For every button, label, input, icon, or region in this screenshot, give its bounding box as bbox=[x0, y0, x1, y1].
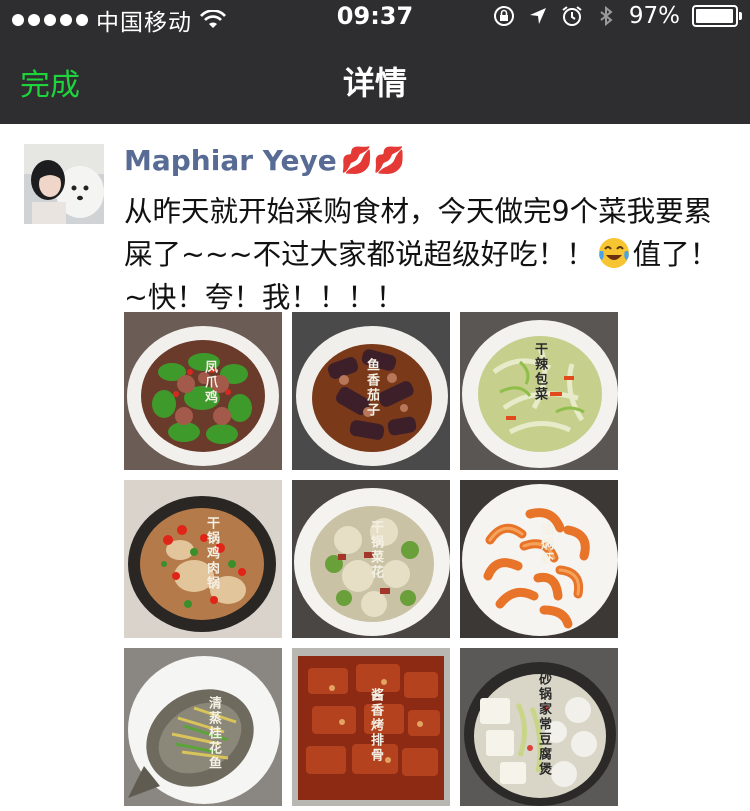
post-author[interactable]: Maphiar Yeye 💋💋 bbox=[124, 144, 405, 177]
status-right: 97% bbox=[493, 3, 742, 29]
photo-thumbnail[interactable]: 酱香烤排骨 bbox=[292, 648, 450, 806]
location-arrow-icon bbox=[529, 8, 546, 24]
avatar[interactable] bbox=[24, 144, 104, 224]
photo-thumbnail[interactable]: 干辣包菜 bbox=[460, 312, 618, 470]
orientation-lock-icon bbox=[493, 6, 514, 26]
photo-thumbnail[interactable]: 清蒸桂花鱼 bbox=[124, 648, 282, 806]
photo-thumbnail[interactable]: 鱼香茄子 bbox=[292, 312, 450, 470]
photo-caption: 砂锅家常豆腐煲 bbox=[536, 672, 551, 777]
battery-level bbox=[696, 9, 733, 23]
photo-thumbnail[interactable]: 砂锅家常豆腐煲 bbox=[460, 648, 618, 806]
status-bar: 中国移动 09:37 97% bbox=[0, 0, 750, 36]
photo-caption: 油焖虾 bbox=[538, 522, 553, 567]
photo-caption: 凤爪鸡 bbox=[202, 360, 217, 405]
page-title: 详情 bbox=[342, 64, 407, 102]
bluetooth-icon bbox=[600, 5, 613, 27]
battery-percent: 97% bbox=[628, 3, 680, 29]
photo-thumbnail[interactable]: 干锅鸡肉锅 bbox=[124, 480, 282, 638]
photo-caption: 干辣包菜 bbox=[532, 342, 547, 402]
navigation-bar: 完成 详情 bbox=[0, 34, 750, 124]
photo-thumbnail[interactable]: 凤爪鸡 bbox=[124, 312, 282, 470]
photo-caption: 鱼香茄子 bbox=[364, 358, 379, 418]
photo-caption: 清蒸桂花鱼 bbox=[206, 696, 221, 771]
kiss-emoji-icon: 💋💋 bbox=[340, 145, 406, 176]
photo-thumbnail[interactable]: 干锅菜花 bbox=[292, 480, 450, 638]
battery-icon bbox=[692, 5, 742, 27]
dish-photo bbox=[124, 648, 282, 806]
author-name: Maphiar Yeye bbox=[124, 144, 337, 177]
tears-of-joy-emoji-icon bbox=[598, 238, 629, 268]
alarm-icon bbox=[562, 6, 582, 26]
photo-caption: 干锅菜花 bbox=[368, 520, 383, 580]
post-text: 从昨天就开始采购食材，今天做完9个菜我要累屎了~~~不过大家都说超级好吃！！ 值… bbox=[124, 190, 730, 319]
moment-post: Maphiar Yeye 💋💋 从昨天就开始采购食材，今天做完9个菜我要累屎了~… bbox=[0, 124, 750, 811]
photo-caption: 干锅鸡肉锅 bbox=[204, 516, 219, 591]
photo-grid: 凤爪鸡 鱼香茄子 干辣包菜 干锅鸡肉锅 干锅菜花 油焖虾 清蒸桂花鱼 酱香烤排骨… bbox=[124, 312, 618, 806]
top-bar: 中国移动 09:37 97% 完成 详情 bbox=[0, 0, 750, 124]
photo-caption: 酱香烤排骨 bbox=[368, 688, 383, 763]
photo-thumbnail[interactable]: 油焖虾 bbox=[460, 480, 618, 638]
avatar-photo bbox=[24, 144, 104, 224]
